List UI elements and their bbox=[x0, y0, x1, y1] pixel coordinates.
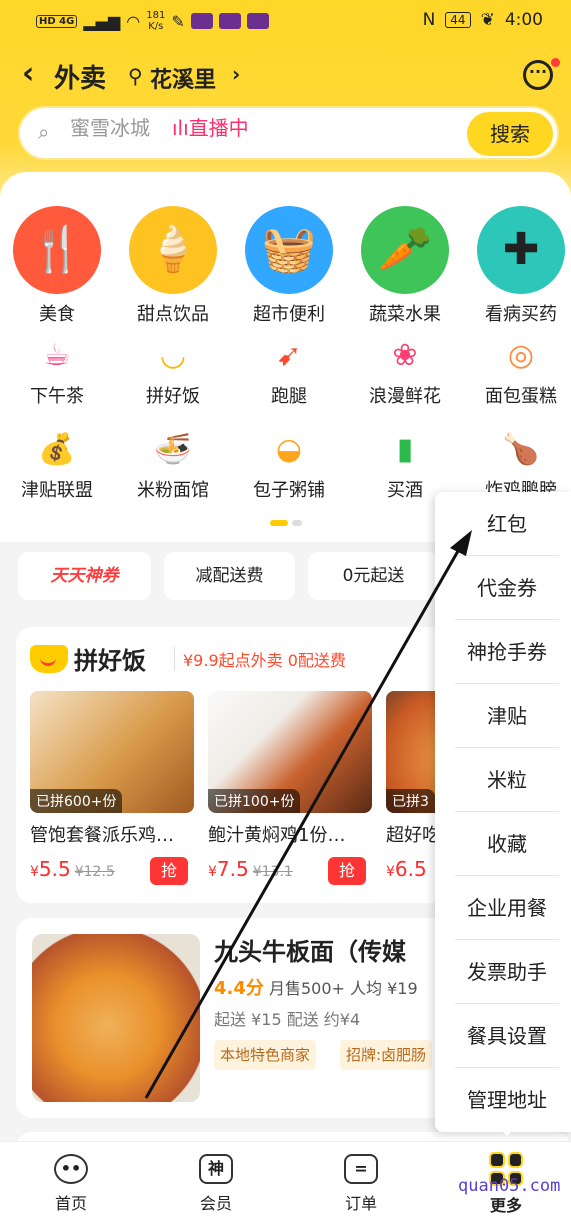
watermark: quan05.com bbox=[458, 1176, 561, 1196]
annotation-arrow bbox=[144, 530, 472, 1099]
